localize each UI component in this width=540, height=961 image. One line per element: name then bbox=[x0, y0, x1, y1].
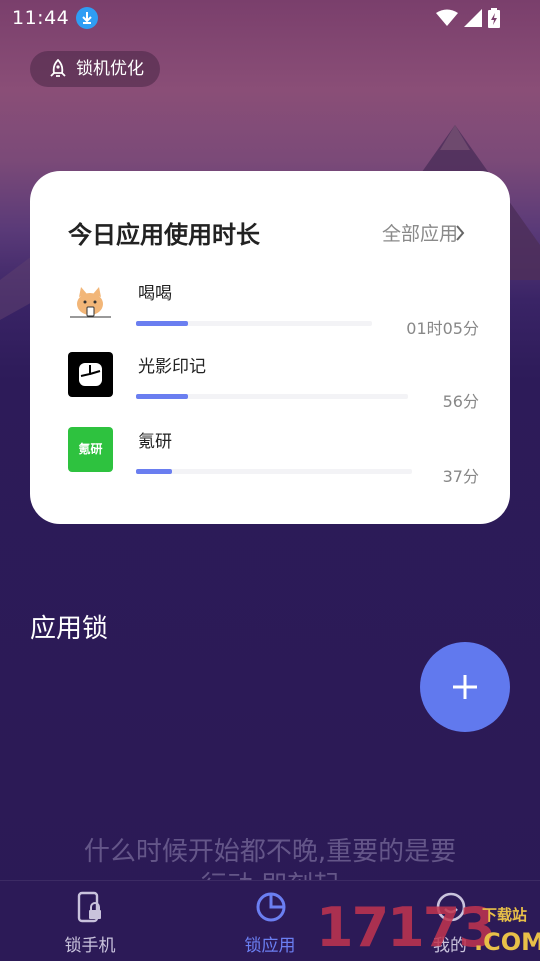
app-usage-row[interactable]: 氪研 氪研 37分 bbox=[68, 427, 479, 497]
card-title: 今日应用使用时长 bbox=[68, 221, 260, 249]
cat-app-icon bbox=[68, 279, 113, 324]
lock-optimize-button[interactable]: 锁机优化 bbox=[30, 51, 160, 87]
usage-bar-fill bbox=[136, 321, 188, 326]
all-apps-label: 全部应用 bbox=[381, 223, 458, 245]
usage-bar bbox=[136, 321, 372, 326]
chevron-right-icon[interactable] bbox=[454, 223, 466, 243]
keyan-app-icon: 氪研 bbox=[68, 427, 113, 472]
app-name: 喝喝 bbox=[138, 284, 172, 304]
nav-lock-phone[interactable]: 锁手机 bbox=[30, 881, 150, 961]
rocket-icon bbox=[50, 59, 66, 77]
wifi-icon bbox=[436, 9, 458, 26]
app-name: 光影印记 bbox=[138, 357, 206, 377]
download-icon bbox=[76, 7, 98, 29]
usage-duration: 01时05分 bbox=[406, 319, 479, 338]
status-bar: 11:44 bbox=[0, 0, 540, 36]
signal-icon bbox=[464, 9, 482, 27]
nav-label: 锁应用 bbox=[244, 936, 296, 956]
app-usage-row[interactable]: 光影印记 56分 bbox=[68, 352, 479, 422]
all-apps-link[interactable]: 全部应用 bbox=[382, 219, 458, 246]
nav-lock-apps[interactable]: 锁应用 bbox=[210, 881, 330, 961]
clock: 11:44 bbox=[12, 7, 70, 29]
watermark-site: 下载站 bbox=[482, 906, 528, 924]
app-name: 氪研 bbox=[138, 432, 172, 452]
watermark: 17173 下载站 .COM bbox=[316, 896, 540, 960]
plus-icon bbox=[453, 675, 477, 699]
usage-card: 今日应用使用时长 全部应用 喝喝 01时05分 光影印记 56分 氪研 氪研 3… bbox=[30, 171, 510, 524]
watermark-dotcom: .COM bbox=[474, 928, 540, 956]
battery-icon bbox=[488, 8, 500, 28]
usage-bar bbox=[136, 394, 408, 399]
watermark-number: 17173 bbox=[316, 896, 496, 959]
keyan-icon-text: 氪研 bbox=[78, 442, 103, 456]
camera-app-icon bbox=[68, 352, 113, 397]
nav-label: 锁手机 bbox=[64, 936, 116, 956]
lock-optimize-label: 锁机优化 bbox=[76, 59, 144, 79]
app-usage-row[interactable]: 喝喝 01时05分 bbox=[68, 279, 479, 349]
usage-duration: 56分 bbox=[442, 392, 479, 411]
phone-lock-icon bbox=[77, 891, 101, 923]
pie-chart-icon bbox=[256, 892, 286, 922]
usage-bar bbox=[136, 469, 412, 474]
section-title: 应用锁 bbox=[30, 614, 109, 644]
add-app-lock-button[interactable] bbox=[420, 642, 510, 732]
usage-bar-fill bbox=[136, 394, 188, 399]
usage-duration: 37分 bbox=[442, 467, 479, 486]
usage-bar-fill bbox=[136, 469, 172, 474]
